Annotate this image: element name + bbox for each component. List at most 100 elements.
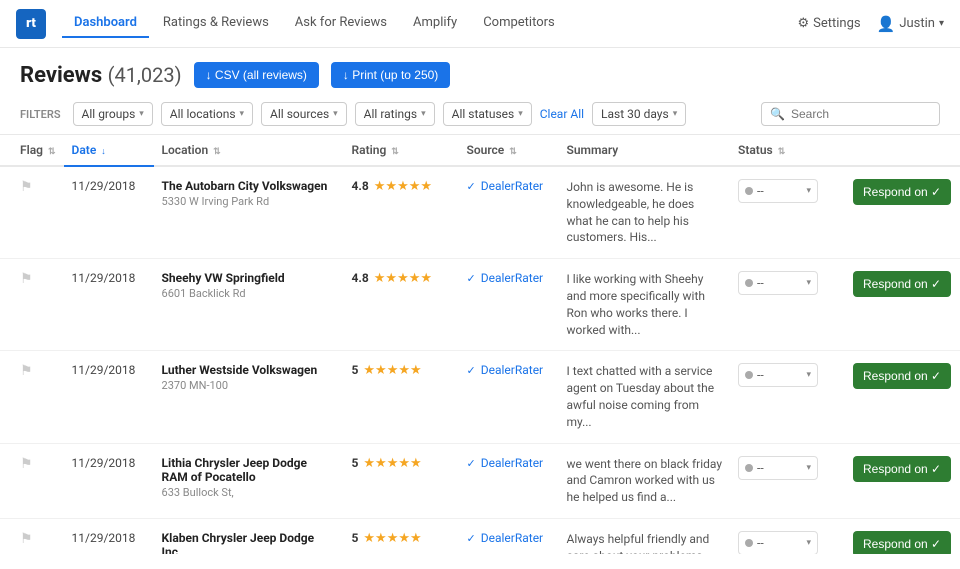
status-cell: -- ▾ (730, 518, 845, 554)
location-name: The Autobarn City Volkswagen (162, 179, 336, 193)
status-dropdown[interactable]: -- ▾ (738, 531, 818, 554)
location-cell: Sheehy VW Springfield 6601 Backlick Rd (154, 259, 344, 351)
sources-filter[interactable]: All sources ▾ (261, 102, 347, 126)
table-row: ⚑ 11/29/2018 Sheehy VW Springfield 6601 … (0, 259, 960, 351)
csv-button[interactable]: ↓ CSV (all reviews) (194, 62, 319, 88)
location-address: 2370 MN-100 (162, 379, 336, 392)
rating-sort-icon: ⇅ (391, 147, 399, 157)
status-value: -- (757, 184, 764, 198)
flag-icon[interactable]: ⚑ (20, 363, 33, 379)
col-date[interactable]: Date ↓ (64, 135, 154, 166)
col-status[interactable]: Status ⇅ (730, 135, 845, 166)
rating-value: 5 (352, 456, 359, 470)
flag-cell: ⚑ (0, 518, 64, 554)
status-dot (745, 187, 753, 195)
respond-button[interactable]: Respond on ✓ (853, 271, 951, 297)
date-cell: 11/29/2018 (64, 351, 154, 443)
statuses-filter-label: All statuses (452, 107, 515, 121)
nav-links: Dashboard Ratings & Reviews Ask for Revi… (62, 9, 798, 38)
date-cell: 11/29/2018 (64, 518, 154, 554)
date-range-filter[interactable]: Last 30 days ▾ (592, 102, 686, 126)
filters-row: FILTERS All groups ▾ All locations ▾ All… (0, 98, 960, 135)
source-cell: ✓ DealerRater (459, 351, 559, 443)
nav-link-dashboard[interactable]: Dashboard (62, 9, 149, 38)
rating-value: 5 (352, 363, 359, 377)
status-cell: -- ▾ (730, 443, 845, 518)
rating-cell: 5 ★★★★★ (344, 443, 459, 518)
flag-icon[interactable]: ⚑ (20, 531, 33, 547)
source-check-icon: ✓ (467, 180, 476, 193)
status-dropdown[interactable]: -- ▾ (738, 456, 818, 480)
status-dropdown[interactable]: -- ▾ (738, 271, 818, 295)
location-address: 6601 Backlick Rd (162, 287, 336, 300)
review-count: (41,023) (108, 63, 182, 87)
source-cell: ✓ DealerRater (459, 166, 559, 259)
print-button[interactable]: ↓ Print (up to 250) (331, 62, 450, 88)
status-caret-icon: ▾ (806, 463, 811, 473)
statuses-filter[interactable]: All statuses ▾ (443, 102, 532, 126)
date-cell: 11/29/2018 (64, 443, 154, 518)
date-cell: 11/29/2018 (64, 166, 154, 259)
source-check-icon: ✓ (467, 532, 476, 545)
flag-icon[interactable]: ⚑ (20, 456, 33, 472)
summary-cell: we went there on black friday and Camron… (559, 443, 730, 518)
nav-link-ask[interactable]: Ask for Reviews (283, 9, 399, 38)
respond-button[interactable]: Respond on ✓ (853, 363, 951, 389)
respond-button[interactable]: Respond on ✓ (853, 179, 951, 205)
action-cell: Respond on ✓ (845, 166, 960, 259)
status-dropdown[interactable]: -- ▾ (738, 179, 818, 203)
rating-cell: 5 ★★★★★ (344, 518, 459, 554)
settings-link[interactable]: ⚙ Settings (798, 16, 861, 31)
nav-link-competitors[interactable]: Competitors (471, 9, 567, 38)
locations-caret-icon: ▾ (240, 109, 245, 119)
sources-filter-label: All sources (270, 107, 329, 121)
source-check-icon: ✓ (467, 364, 476, 377)
date-cell: 11/29/2018 (64, 259, 154, 351)
summary-cell: John is awesome. He is knowledgeable, he… (559, 166, 730, 259)
rating-value: 4.8 (352, 271, 369, 285)
col-location[interactable]: Location ⇅ (154, 135, 344, 166)
groups-filter[interactable]: All groups ▾ (73, 102, 153, 126)
status-caret-icon: ▾ (806, 278, 811, 288)
search-input[interactable] (791, 107, 931, 121)
settings-label: Settings (813, 16, 860, 31)
statuses-caret-icon: ▾ (518, 109, 523, 119)
rating-value: 4.8 (352, 179, 369, 193)
stars-display: ★★★★★ (363, 531, 421, 546)
clear-all-link[interactable]: Clear All (540, 107, 584, 121)
location-cell: Klaben Chrysler Jeep Dodge Inc. 1106 W M… (154, 518, 344, 554)
user-label: Justin (899, 16, 935, 31)
logo-text: rt (26, 16, 36, 31)
ratings-filter[interactable]: All ratings ▾ (355, 102, 435, 126)
ratings-filter-label: All ratings (364, 107, 417, 121)
table-row: ⚑ 11/29/2018 Luther Westside Volkswagen … (0, 351, 960, 443)
flag-icon[interactable]: ⚑ (20, 179, 33, 195)
source-name: DealerRater (481, 179, 543, 193)
logo[interactable]: rt (16, 9, 46, 39)
groups-filter-label: All groups (82, 107, 136, 121)
source-name: DealerRater (481, 531, 543, 545)
source-check-icon: ✓ (467, 272, 476, 285)
nav-link-amplify[interactable]: Amplify (401, 9, 469, 38)
user-menu[interactable]: 👤 Justin ▾ (877, 15, 944, 33)
nav-right: ⚙ Settings 👤 Justin ▾ (798, 15, 945, 33)
status-dropdown[interactable]: -- ▾ (738, 363, 818, 387)
status-caret-icon: ▾ (806, 538, 811, 548)
col-rating[interactable]: Rating ⇅ (344, 135, 459, 166)
source-check-icon: ✓ (467, 457, 476, 470)
table-container: Flag ⇅ Date ↓ Location ⇅ Rating ⇅ Source (0, 135, 960, 554)
flag-icon[interactable]: ⚑ (20, 271, 33, 287)
search-box[interactable]: 🔍 (761, 102, 940, 126)
ratings-caret-icon: ▾ (421, 109, 426, 119)
location-name: Sheehy VW Springfield (162, 271, 336, 285)
nav-link-ratings[interactable]: Ratings & Reviews (151, 9, 281, 38)
summary-cell: I like working with Sheehy and more spec… (559, 259, 730, 351)
col-flag[interactable]: Flag ⇅ (0, 135, 64, 166)
respond-button[interactable]: Respond on ✓ (853, 456, 951, 482)
source-name: DealerRater (481, 271, 543, 285)
col-source[interactable]: Source ⇅ (459, 135, 559, 166)
flag-cell: ⚑ (0, 166, 64, 259)
flag-cell: ⚑ (0, 259, 64, 351)
respond-button[interactable]: Respond on ✓ (853, 531, 951, 554)
locations-filter[interactable]: All locations ▾ (161, 102, 253, 126)
